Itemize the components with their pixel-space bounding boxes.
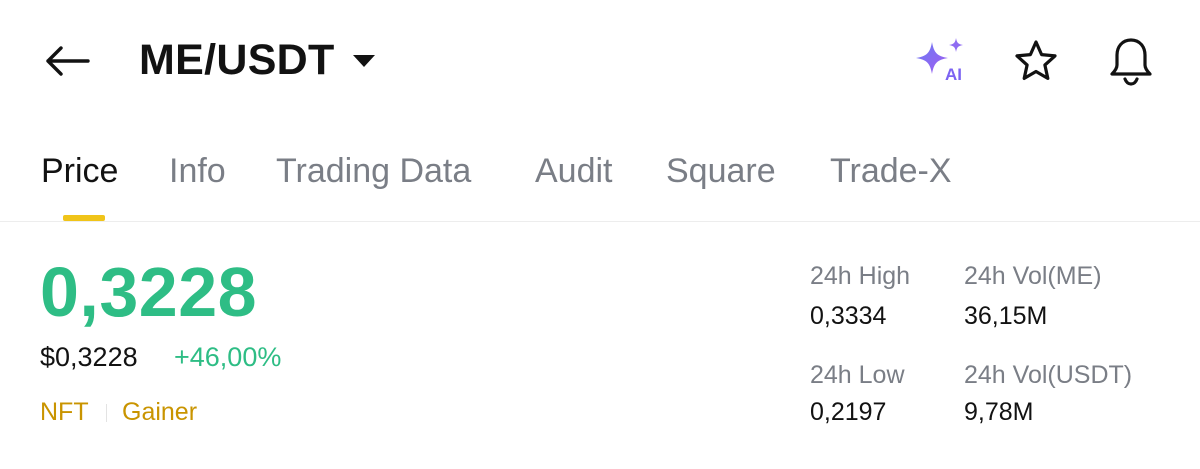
stat-24h-low-label: 24h Low xyxy=(810,361,905,389)
tab-bar: Price Info Trading Data Audit Square Tra… xyxy=(0,140,1200,222)
stat-24h-high-label: 24h High xyxy=(810,262,911,290)
stat-24h-low-value: 0,2197 xyxy=(810,398,887,426)
pair-selector[interactable]: ME/USDT xyxy=(139,32,375,88)
price-change-percent: +46,00% xyxy=(174,342,282,372)
active-tab-indicator xyxy=(63,215,105,221)
tab-trade-x[interactable]: Trade-X xyxy=(830,152,952,191)
ai-sparkle-icon: AI xyxy=(916,38,963,84)
tab-audit[interactable]: Audit xyxy=(535,152,613,191)
tab-info[interactable]: Info xyxy=(169,152,226,191)
stat-24h-vol-base-value: 36,15M xyxy=(964,302,1048,330)
tag-divider xyxy=(106,404,107,422)
caret-down-icon xyxy=(352,55,375,67)
tag-nft[interactable]: NFT xyxy=(40,398,89,427)
stat-24h-vol-quote-label: 24h Vol(USDT) xyxy=(964,361,1133,389)
header-bar: ME/USDT AI xyxy=(0,0,1200,120)
ai-badge-text: AI xyxy=(945,65,962,84)
tab-square[interactable]: Square xyxy=(666,152,776,191)
stat-24h-vol-base-label: 24h Vol(ME) xyxy=(964,262,1102,290)
alerts-button[interactable] xyxy=(1104,34,1158,88)
tag-gainer[interactable]: Gainer xyxy=(122,398,197,427)
ai-assistant-button[interactable]: AI xyxy=(912,36,972,86)
star-icon xyxy=(1015,40,1057,80)
price-usd: $0,3228 xyxy=(40,342,138,372)
last-price: 0,3228 xyxy=(40,253,258,331)
stat-24h-high-value: 0,3334 xyxy=(810,302,887,330)
stat-24h-vol-quote-value: 9,78M xyxy=(964,398,1034,426)
favorite-button[interactable] xyxy=(1010,36,1062,86)
back-button[interactable] xyxy=(40,38,94,84)
pair-title: ME/USDT xyxy=(139,35,335,84)
arrow-left-icon xyxy=(46,46,90,76)
tab-price[interactable]: Price xyxy=(41,152,118,191)
bell-icon xyxy=(1110,38,1152,86)
tab-trading-data[interactable]: Trading Data xyxy=(276,152,471,191)
